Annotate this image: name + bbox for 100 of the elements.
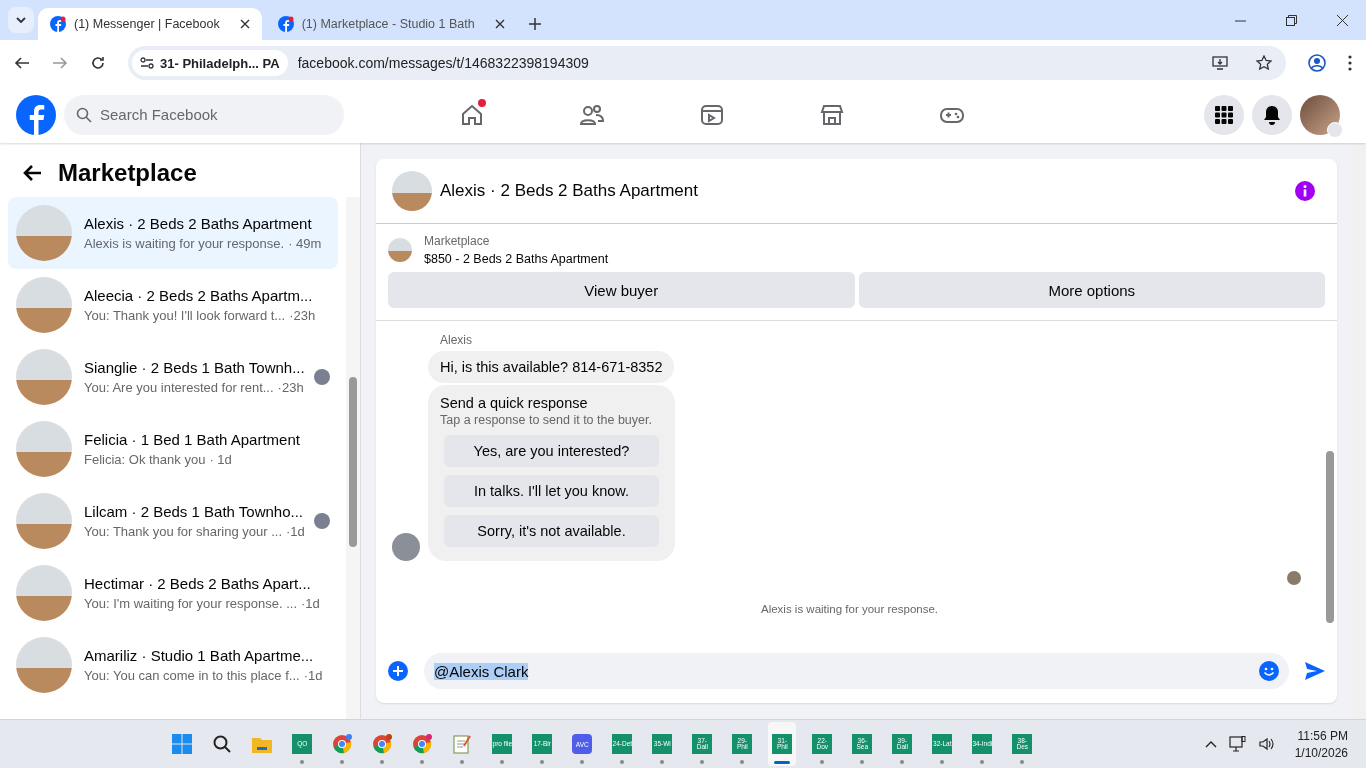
- action-button[interactable]: View buyer: [388, 272, 855, 308]
- conversation-title: Sianglie · 2 Beds 1 Bath Townh...: [84, 359, 302, 376]
- message-field[interactable]: @Alexis Clark: [424, 653, 1289, 689]
- listing-photo-placeholder: [16, 277, 72, 333]
- back-icon[interactable]: [14, 55, 30, 71]
- chat-title: Alexis · 2 Beds 2 Baths Apartment: [440, 181, 698, 201]
- menu-button[interactable]: [1204, 94, 1244, 135]
- status-text: Alexis is waiting for your response.: [759, 603, 940, 615]
- new-tab-icon[interactable]: [528, 18, 541, 30]
- scrollbar[interactable]: [346, 197, 360, 719]
- windows-start-icon[interactable]: [172, 734, 193, 754]
- tab-title: (1) Messenger | Facebook: [74, 17, 220, 31]
- message-bubble: Hi, is this available? 814-671-8352: [428, 351, 675, 383]
- notifications-button[interactable]: [1252, 94, 1292, 135]
- conversation-item[interactable]: Alexis · 2 Beds 2 Baths Apartment Alexis is waiting for your response. · 49m: [8, 197, 338, 269]
- grid-icon: [1215, 105, 1233, 124]
- emoji-icon[interactable]: [1259, 661, 1279, 681]
- search-icon: [76, 106, 92, 123]
- quick-reply-button[interactable]: Yes, are you interested?: [444, 435, 659, 467]
- url-text[interactable]: facebook.com/messages/t/1468322398194309: [297, 55, 589, 71]
- chrome-icon[interactable]: [412, 734, 433, 754]
- install-icon[interactable]: [1212, 56, 1228, 70]
- profile-icon[interactable]: [1308, 54, 1326, 72]
- message-time: · 49m: [288, 236, 322, 251]
- more-icon[interactable]: [1348, 55, 1352, 71]
- message-time: ·23h: [289, 308, 316, 323]
- account-avatar[interactable]: [1300, 94, 1340, 135]
- close-icon[interactable]: [1337, 15, 1348, 26]
- browser-tab[interactable]: (1) Marketplace - Studio 1 Bath: [265, 8, 517, 40]
- conversation-item[interactable]: Lilcam · 2 Beds 1 Bath Townho... You: Thank you for sharing your ... ·1d: [8, 485, 338, 557]
- message-preview: Felicia: Ok thank you: [84, 452, 206, 467]
- conversation-title: Felicia · 1 Bed 1 Bath Apartment: [84, 431, 301, 448]
- search-field[interactable]: Search Facebook: [100, 106, 320, 123]
- site-label: 31- Philadelph... PA: [160, 55, 280, 71]
- info-icon[interactable]: [1295, 181, 1315, 201]
- facebook-favicon-icon: [277, 16, 294, 32]
- close-icon[interactable]: [494, 19, 505, 29]
- search-bar[interactable]: Search Facebook: [64, 94, 344, 135]
- quick-reply-button[interactable]: In talks. I'll let you know.: [444, 475, 659, 507]
- message-preview: You: I'm waiting for your response. ...: [84, 596, 297, 611]
- chevron-down-icon: [15, 14, 27, 26]
- listing-label: Marketplace: [424, 234, 491, 248]
- conversation-item[interactable]: Felicia · 1 Bed 1 Bath Apartment Felicia: Ok thank you · 1d: [8, 413, 338, 485]
- clock-time[interactable]: 11:56 PM: [1297, 728, 1348, 743]
- conversation-item[interactable]: Hectimar · 2 Beds 2 Baths Apart... You: I'm waiting for your response. ... ·1d: [8, 557, 338, 629]
- site-info-chip[interactable]: 31- Philadelph... PA: [132, 50, 288, 76]
- forward-icon[interactable]: [52, 55, 68, 71]
- facebook-favicon-icon: [50, 16, 66, 32]
- notepad-icon[interactable]: [453, 734, 472, 754]
- sender-name: Alexis: [440, 333, 473, 347]
- restore-icon[interactable]: [1286, 15, 1297, 26]
- listing-photo-placeholder: [16, 493, 72, 549]
- listing-photo-placeholder: [16, 205, 72, 261]
- message-time: ·23h: [277, 380, 304, 395]
- message-time: ·1d: [303, 668, 323, 683]
- chrome-icon[interactable]: [332, 734, 353, 754]
- tab-search-button[interactable]: [8, 7, 34, 33]
- message-preview: You: You can come in to this place f...: [84, 668, 300, 683]
- listing-photo-placeholder: [392, 171, 432, 211]
- conversation-item[interactable]: Sianglie · 2 Beds 1 Bath Townh... You: Are you interested for rent... ·23h: [8, 341, 338, 413]
- chevron-up-icon[interactable]: [1204, 740, 1217, 748]
- speaker-icon[interactable]: [1258, 737, 1275, 751]
- plus-circle-icon[interactable]: [388, 661, 408, 681]
- avatar-circle: [392, 533, 420, 561]
- listing-photo-placeholder: [16, 637, 72, 693]
- listing-photo-placeholder: [16, 565, 72, 621]
- message-preview: You: Are you interested for rent...: [84, 380, 274, 395]
- message-time: ·1d: [301, 596, 320, 611]
- conversation-title: Amariliz · Studio 1 Bath Apartme...: [84, 647, 315, 664]
- bell-icon: [1263, 104, 1281, 125]
- close-icon[interactable]: [239, 19, 250, 29]
- seen-avatar: [1287, 571, 1301, 585]
- tab-title: (1) Marketplace - Studio 1 Bath: [301, 17, 475, 31]
- message-preview: Alexis is waiting for your response.: [84, 236, 285, 251]
- star-icon[interactable]: [1256, 55, 1272, 71]
- clock-date[interactable]: 1/10/2026: [1294, 745, 1348, 760]
- search-icon[interactable]: [213, 735, 232, 753]
- conversation-title: Lilcam · 2 Beds 1 Bath Townho...: [84, 503, 302, 520]
- back-arrow-icon[interactable]: [22, 164, 42, 182]
- browser-tab[interactable]: (1) Messenger | Facebook: [38, 8, 262, 40]
- facebook-logo-icon[interactable]: [16, 94, 56, 135]
- conversation-title: Aleecia · 2 Beds 2 Baths Apartm...: [84, 287, 314, 304]
- sidebar-title: Marketplace: [58, 159, 197, 187]
- conversation-title: Hectimar · 2 Beds 2 Baths Apart...: [84, 575, 312, 592]
- conversation-title: Alexis · 2 Beds 2 Baths Apartment: [84, 215, 313, 232]
- message-preview: You: Thank you! I'll look forward t...: [84, 308, 286, 323]
- reload-icon[interactable]: [90, 55, 106, 71]
- chrome-icon[interactable]: [372, 734, 393, 754]
- network-icon[interactable]: [1228, 736, 1247, 752]
- folder-icon[interactable]: [252, 735, 273, 753]
- listing-photo-placeholder: [388, 238, 412, 262]
- conversation-item[interactable]: Aleecia · 2 Beds 2 Baths Apartm... You: Thank you! I'll look forward t... ·23h: [8, 269, 338, 341]
- send-icon[interactable]: [1305, 662, 1325, 680]
- message-preview: You: Thank you for sharing your ...: [84, 524, 282, 539]
- message-time: · 1d: [209, 452, 232, 467]
- quick-reply-button[interactable]: Sorry, it's not available.: [444, 515, 659, 547]
- action-button[interactable]: More options: [858, 272, 1325, 308]
- conversation-item[interactable]: Amariliz · Studio 1 Bath Apartme... You: You can come in to this place f... ·1d: [8, 629, 338, 701]
- scrollbar[interactable]: [1352, 143, 1366, 719]
- listing-photo-placeholder: [16, 421, 72, 477]
